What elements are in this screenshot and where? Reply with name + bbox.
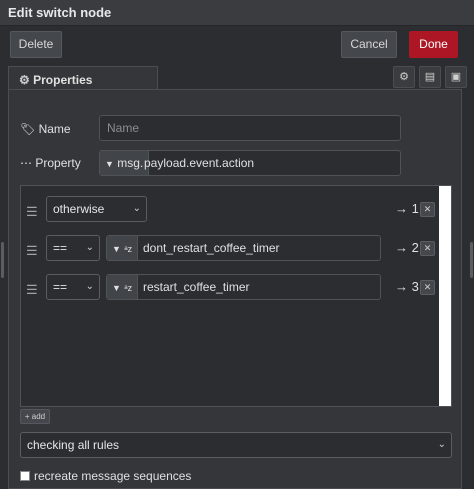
dialog-titlebar: Edit switch node bbox=[0, 0, 474, 26]
name-label: 🏷 Name bbox=[20, 122, 71, 136]
rule-operator-select[interactable]: == ⌄ bbox=[46, 274, 100, 300]
property-type-selector[interactable]: ▼ msg. bbox=[100, 151, 150, 175]
rule-operator-select[interactable]: otherwise ⌄ bbox=[46, 196, 147, 222]
settings-icon[interactable]: ⚙ bbox=[393, 66, 415, 88]
remove-rule-button[interactable]: ✕ bbox=[420, 241, 435, 256]
recreate-sequences-checkbox[interactable] bbox=[20, 471, 30, 481]
ellipsis-icon: ⋯ bbox=[20, 156, 32, 170]
rule-output-port: → 2 bbox=[395, 240, 419, 255]
chevron-down-icon: ⌄ bbox=[437, 439, 446, 450]
right-resize-grip[interactable] bbox=[470, 242, 473, 278]
caret-down-icon: ▼ bbox=[112, 283, 121, 293]
caret-down-icon: ▼ bbox=[112, 244, 121, 254]
value-type-selector[interactable]: ▼ ᵃz bbox=[107, 275, 139, 299]
property-label: ⋯ Property bbox=[20, 156, 81, 170]
tag-icon: 🏷 bbox=[20, 122, 36, 136]
chevron-down-icon: ⌄ bbox=[132, 203, 141, 214]
gear-icon: ⚙ bbox=[19, 73, 30, 87]
drag-handle-icon[interactable]: ☰ bbox=[26, 204, 38, 220]
done-button[interactable]: Done bbox=[409, 31, 458, 58]
rule-value: restart_coffee_timer bbox=[143, 280, 250, 294]
remove-rule-button[interactable]: ✕ bbox=[420, 202, 435, 217]
cancel-button[interactable]: Cancel bbox=[341, 31, 397, 58]
rule-row: ☰ otherwise ⌄ → 1 ✕ bbox=[21, 194, 441, 230]
tab-label: Properties bbox=[33, 73, 93, 87]
add-rule-button[interactable]: + add bbox=[20, 409, 50, 424]
drag-handle-icon[interactable]: ☰ bbox=[26, 282, 38, 298]
rules-list: ☰ otherwise ⌄ → 1 ✕ ☰ == ⌄ ▼ ᵃz dont_res… bbox=[20, 185, 452, 407]
string-type-icon: ᵃz bbox=[124, 244, 133, 254]
rule-row: ☰ == ⌄ ▼ ᵃz restart_coffee_timer → 3 ✕ bbox=[21, 272, 441, 308]
name-input[interactable]: Name bbox=[99, 115, 401, 141]
tab-strip: ⚙ Properties ⚙ ▤ ▣ bbox=[0, 62, 474, 92]
chevron-down-icon: ⌄ bbox=[85, 281, 94, 292]
rule-output-port: → 3 bbox=[395, 279, 419, 294]
value-type-selector[interactable]: ▼ ᵃz bbox=[107, 236, 139, 260]
dialog-title: Edit switch node bbox=[8, 5, 112, 20]
rule-mode-select[interactable]: checking all rules ⌄ bbox=[20, 432, 452, 458]
chevron-down-icon: ⌄ bbox=[85, 242, 94, 253]
rule-value-input[interactable]: ▼ ᵃz dont_restart_coffee_timer bbox=[106, 235, 381, 261]
rule-output-port: → 1 bbox=[395, 201, 419, 216]
drag-handle-icon[interactable]: ☰ bbox=[26, 243, 38, 259]
caret-down-icon: ▼ bbox=[105, 159, 114, 169]
left-resize-grip[interactable] bbox=[1, 242, 4, 278]
appearance-icon[interactable]: ▣ bbox=[445, 66, 467, 88]
property-input[interactable]: ▼ msg. payload.event.action bbox=[99, 150, 401, 176]
remove-rule-button[interactable]: ✕ bbox=[420, 280, 435, 295]
rule-operator-select[interactable]: == ⌄ bbox=[46, 235, 100, 261]
description-icon[interactable]: ▤ bbox=[419, 66, 441, 88]
rule-row: ☰ == ⌄ ▼ ᵃz dont_restart_coffee_timer → … bbox=[21, 233, 441, 269]
delete-button[interactable]: Delete bbox=[10, 31, 62, 58]
string-type-icon: ᵃz bbox=[124, 283, 133, 293]
rule-value: dont_restart_coffee_timer bbox=[143, 241, 280, 255]
rule-value-input[interactable]: ▼ ᵃz restart_coffee_timer bbox=[106, 274, 381, 300]
property-value: payload.event.action bbox=[144, 156, 255, 170]
recreate-sequences-label: recreate message sequences bbox=[34, 469, 192, 483]
